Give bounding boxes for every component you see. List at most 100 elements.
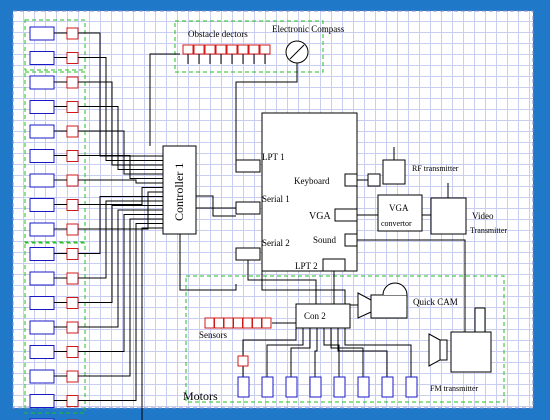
- bottom-motor: [381, 376, 394, 398]
- motor-blue-box: [29, 75, 55, 90]
- motor-blue-box: [29, 198, 55, 212]
- motor-red-box: [66, 346, 79, 358]
- sensor-box: [204, 317, 215, 329]
- motor-red-box: [66, 395, 79, 407]
- serial1-label: Serial 1: [262, 194, 290, 204]
- wire: [266, 328, 304, 377]
- obstacle-detector: [182, 44, 194, 55]
- lpt2-port: [322, 258, 346, 272]
- motor-red-box: [66, 321, 79, 334]
- sensor-array: [204, 317, 272, 329]
- sound-port: [344, 233, 358, 247]
- motor-red-box: [66, 370, 79, 383]
- fm-antenna: [474, 307, 486, 333]
- fm-speaker-base: [439, 339, 448, 361]
- bottom-motor-array: [237, 376, 418, 398]
- obstacle-detector: [215, 44, 227, 55]
- motor-red-box: [66, 101, 79, 113]
- motor-red-box: [66, 27, 79, 40]
- wire: [78, 200, 163, 279]
- sensor-box: [261, 317, 272, 329]
- quickcam-lens: [357, 292, 372, 319]
- motor-red-box: [66, 223, 79, 236]
- serial2-port: [235, 247, 261, 261]
- wire: [78, 218, 163, 377]
- motor-blue-box: [29, 247, 55, 261]
- sensor-box: [214, 317, 224, 329]
- wire: [78, 223, 163, 401]
- video-label-2: Transmitter: [470, 226, 507, 235]
- rf-transmitter-box: [382, 159, 406, 185]
- wire: [78, 214, 163, 352]
- motor-blue-box: [29, 173, 55, 188]
- wire: [196, 195, 236, 217]
- rf-label: RF transmitter: [412, 164, 459, 173]
- wire: [78, 179, 163, 184]
- bottom-red-box: [237, 355, 249, 367]
- motor-blue-box: [29, 369, 55, 384]
- motor-red-box: [66, 76, 79, 89]
- vga-port: [334, 208, 358, 222]
- motor-blue-box: [29, 26, 55, 41]
- obstacle-detector: [226, 44, 238, 55]
- motor-red-box: [66, 297, 79, 309]
- sound-label: Sound: [313, 235, 337, 245]
- diagram-window: Controller 1 Electronic Compass Obstacle…: [0, 0, 550, 420]
- motors-label: Motors: [183, 389, 218, 403]
- vga-label: VGA: [309, 211, 331, 222]
- obstacle-detector: [248, 44, 260, 55]
- con2-label: Con 2: [304, 311, 326, 321]
- motor-red-box: [66, 272, 79, 285]
- motor-red-box: [66, 150, 79, 162]
- bottom-motor: [237, 376, 250, 398]
- vga-conv-label-1: VGA: [389, 203, 409, 213]
- sensor-box: [233, 317, 243, 329]
- motor-red-box: [66, 125, 79, 138]
- wire: [242, 328, 297, 356]
- bottom-motor: [261, 376, 274, 398]
- obstacle-detector: [204, 44, 216, 55]
- wire: [141, 227, 163, 420]
- serial1-port: [235, 201, 261, 215]
- controller-1-label: Controller 1: [172, 163, 186, 221]
- vga-conv-label-2: convertor: [381, 219, 412, 228]
- motor-blue-box: [29, 222, 55, 237]
- obstacle-detector: [193, 44, 205, 55]
- lpt1-label: LPT 1: [262, 152, 285, 162]
- motor-blue-box: [29, 394, 55, 408]
- wire: [78, 155, 163, 179]
- bottom-motor: [309, 376, 322, 398]
- motor-blue-box: [29, 345, 55, 359]
- obstacle-detector-array: [182, 44, 271, 55]
- keyboard-port: [344, 173, 358, 187]
- obstacle-detector: [237, 44, 249, 55]
- motor-blue-box: [29, 320, 55, 335]
- video-label-1: Video: [472, 211, 494, 221]
- compass-label: Electronic Compass: [272, 24, 345, 34]
- motor-red-box: [66, 174, 79, 187]
- bottom-motor: [357, 376, 370, 398]
- quickcam-label: Quick CAM: [413, 297, 458, 307]
- motor-blue-box: [29, 149, 55, 163]
- motor-blue-box: [29, 271, 55, 286]
- wire: [179, 234, 237, 291]
- left-motor-pairs: [29, 26, 79, 420]
- sensors-label: Sensors: [199, 330, 227, 340]
- motor-blue-box: [29, 296, 55, 310]
- lpt2-label: LPT 2: [295, 261, 318, 271]
- wire: [314, 328, 318, 377]
- fm-transmitter-box: [450, 331, 492, 373]
- sensor-box: [223, 317, 234, 329]
- motor-red-box: [66, 52, 79, 64]
- obstacle-detector: [259, 44, 271, 55]
- motor-red-box: [66, 248, 79, 260]
- sensor-box: [242, 317, 253, 329]
- wire: [330, 328, 364, 377]
- motor-blue-box: [29, 51, 55, 65]
- video-transmitter-box: [430, 197, 467, 235]
- sensor-box: [252, 317, 262, 329]
- bottom-motor: [333, 376, 346, 398]
- quickcam-top: [382, 282, 408, 296]
- motor-red-box: [66, 199, 79, 211]
- wire: [290, 328, 311, 377]
